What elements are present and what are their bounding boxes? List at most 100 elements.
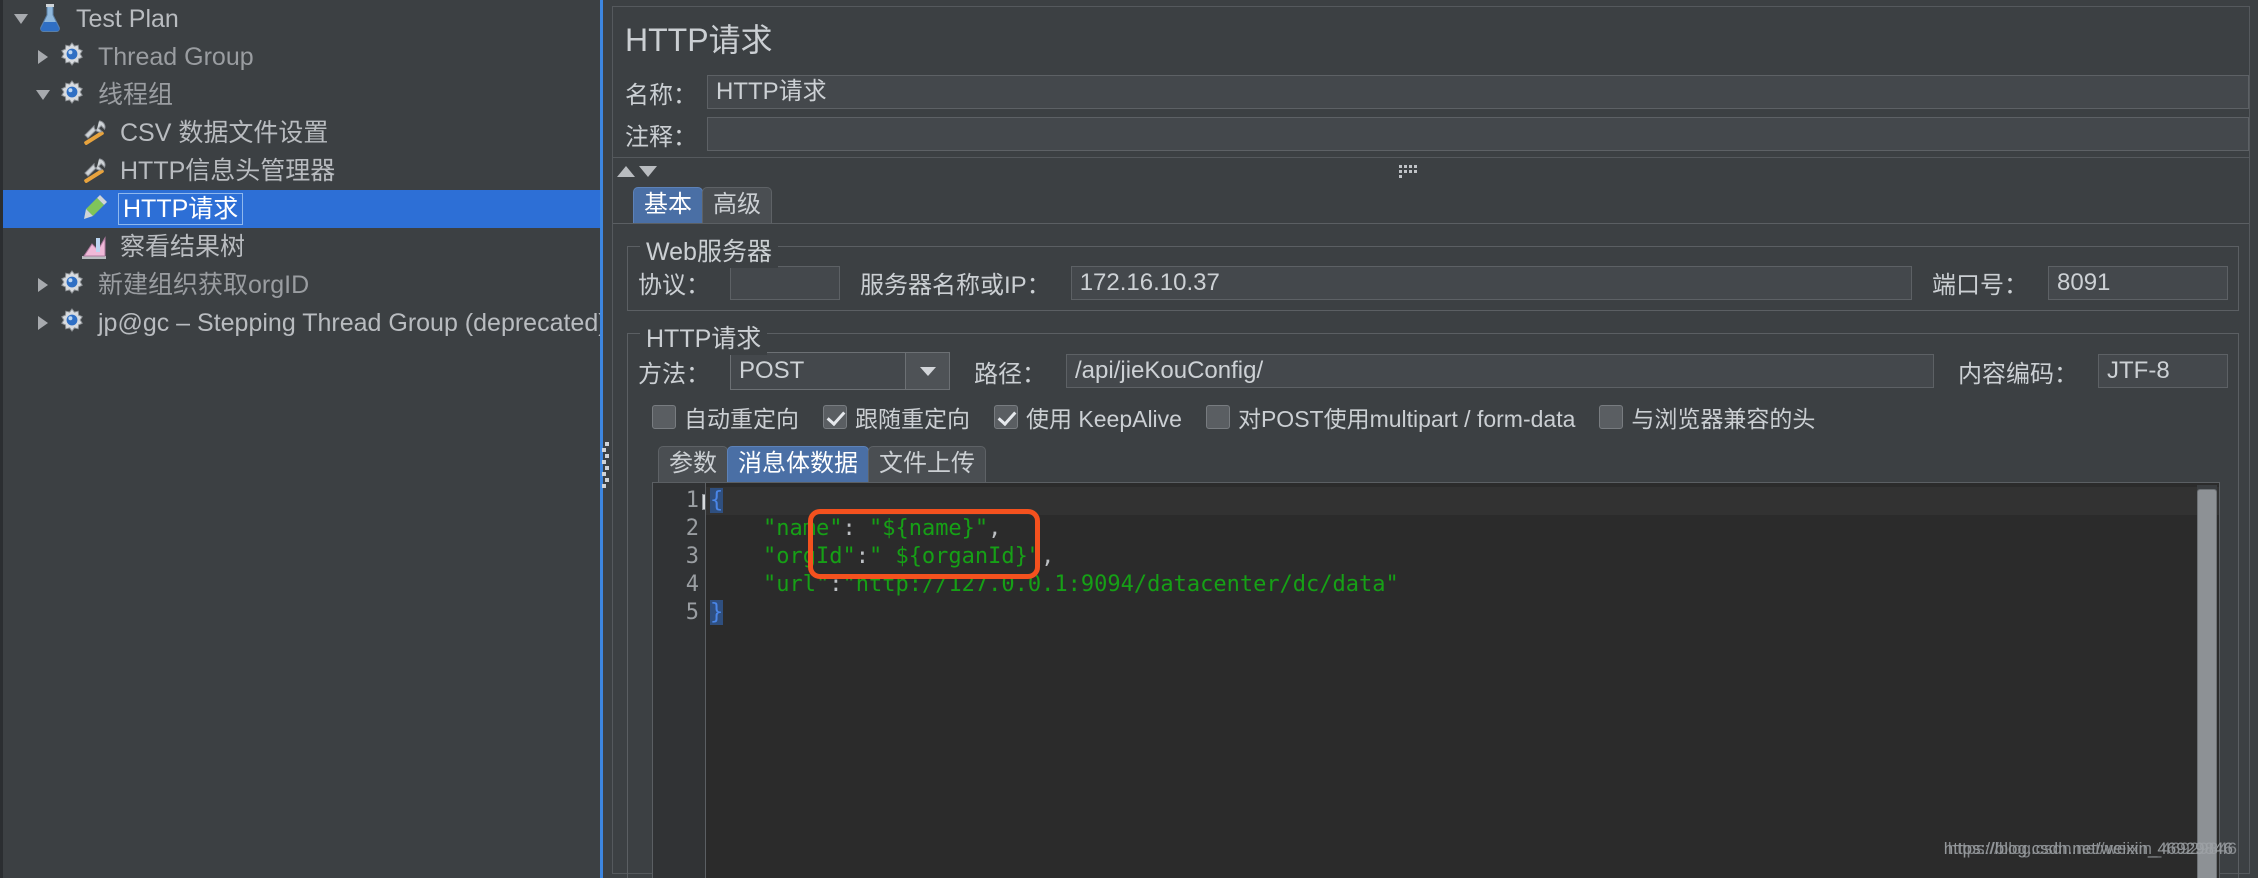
checkbox-item-2[interactable]: 使用 KeepAlive (994, 400, 1182, 434)
checkbox-checked-icon[interactable] (994, 405, 1018, 429)
pen-icon (78, 192, 112, 226)
body-data-editor[interactable]: 12345 { "name": "${name}", "orgId":" ${o… (652, 482, 2220, 878)
host-input[interactable]: 172.16.10.37 (1070, 265, 1912, 300)
tree-item-label: Thread Group (98, 43, 254, 71)
chevron-right-icon[interactable] (30, 38, 56, 76)
checkbox-item-4[interactable]: 与浏览器兼容的头 (1599, 400, 1815, 434)
checkbox-label: 与浏览器兼容的头 (1631, 406, 1816, 432)
comment-input[interactable] (707, 117, 2249, 151)
code-content[interactable]: { "name": "${name}", "orgId":" ${organId… (705, 483, 2219, 878)
main-tab-0[interactable]: 基本 (633, 187, 703, 223)
main-tab-bar[interactable]: 基本 高级 (613, 185, 2249, 223)
twisty-spacer (52, 190, 78, 228)
watermark-duplicate: https://blog.csdn.net/weixin_46929846 (1947, 839, 2237, 858)
page-title: HTTP请求 (625, 22, 773, 58)
path-input[interactable]: /api/jieKouConfig/ (1066, 354, 1934, 388)
tree-item-1[interactable]: Thread Group (0, 38, 600, 76)
http-options-checkboxes: 自动重定向 跟随重定向 使用 KeepAlive 对POST使用multipart /… (638, 390, 2228, 442)
tree-item-label: CSV 数据文件设置 (120, 119, 329, 147)
gear-icon (56, 78, 90, 112)
gear-icon (56, 40, 90, 74)
code-token: "${name}" (855, 516, 989, 541)
name-input[interactable]: HTTP请求 (707, 75, 2249, 109)
tree-item-label: Test Plan (76, 5, 179, 33)
scrollbar-thumb[interactable] (2197, 489, 2217, 878)
line-number-5: 5 (685, 600, 699, 625)
tree-item-2[interactable]: 线程组 (0, 76, 600, 114)
splitter-dots-icon (1398, 164, 1420, 178)
line-number-1: 1 (653, 487, 718, 515)
tree-item-0[interactable]: Test Plan (0, 0, 600, 38)
http-request-group: HTTP请求 方法： POST 路径： /api/jieKouConfig/ 内… (627, 319, 2239, 878)
tree-item-label: HTTP请求 (118, 193, 244, 225)
checkbox-item-1[interactable]: 跟随重定向 (823, 400, 970, 434)
port-input[interactable]: 8091 (2048, 265, 2228, 300)
code-token: , (988, 516, 1002, 541)
chevron-down-icon[interactable] (8, 0, 34, 38)
code-line-4[interactable]: "url":"http://127.0.0.1:9094/datacenter/… (706, 571, 2219, 599)
method-select[interactable]: POST (730, 352, 950, 390)
chart-icon (78, 230, 112, 264)
encoding-input[interactable]: JTF-8 (2098, 354, 2228, 388)
tree-item-4[interactable]: HTTP信息头管理器 (0, 152, 600, 190)
tree-item-label: 新建组织获取orgID (98, 271, 310, 299)
line-number-gutter: 12 3 4 5 (653, 483, 718, 878)
code-token: : (855, 544, 869, 569)
checkbox-unchecked-icon[interactable] (652, 405, 676, 429)
collapse-down-icon[interactable] (639, 166, 657, 177)
host-label: 服务器名称或IP： (860, 272, 1051, 299)
twisty-spacer (52, 228, 78, 266)
tree-item-label: HTTP信息头管理器 (120, 157, 336, 185)
chevron-right-icon[interactable] (30, 266, 56, 304)
checkbox-unchecked-icon[interactable] (1599, 405, 1624, 429)
tree-item-5[interactable]: HTTP请求 (0, 190, 600, 228)
chevron-right-icon[interactable] (30, 304, 56, 342)
checkbox-unchecked-icon[interactable] (1205, 405, 1230, 429)
code-line-3[interactable]: "orgId":" ${organId}", (706, 543, 2219, 571)
checkbox-label: 跟随重定向 (855, 406, 970, 432)
code-token: " ${organId}" (868, 544, 1042, 569)
collapse-up-icon[interactable] (617, 166, 635, 177)
code-token: "orgId" (762, 544, 856, 569)
tree-item-label: 线程组 (98, 81, 174, 109)
vertical-splitter[interactable] (600, 0, 603, 878)
checkbox-label: 自动重定向 (684, 406, 799, 432)
flask-icon (34, 2, 68, 36)
web-server-group: Web服务器 协议： 服务器名称或IP： 172.16.10.37 端口号： 8… (627, 232, 2239, 311)
code-token: "name" (762, 516, 843, 541)
checkbox-item-3[interactable]: 对POST使用multipart / form-data (1205, 400, 1575, 434)
body-tab-0[interactable]: 参数 (658, 446, 728, 482)
line-number-3: 3 (685, 544, 699, 569)
checkbox-item-0[interactable]: 自动重定向 (652, 400, 799, 434)
code-token: } (710, 600, 724, 625)
code-line-2[interactable]: "name": "${name}", (706, 515, 2219, 543)
line-number-2: 2 (685, 516, 699, 541)
code-line-1[interactable]: { (706, 487, 2219, 515)
body-tab-bar[interactable]: 参数 消息体数据 文件上传 (638, 442, 2228, 482)
chevron-down-icon[interactable] (905, 353, 949, 389)
jmeter-window: Test Plan Thread Group 线程组 CSV 数据文件设置 HTTP信息… (0, 0, 2258, 878)
panel-border: HTTP请求 名称： HTTP请求 注释： 基本 高级 Web服务器 协议： 服… (612, 6, 2250, 878)
http-request-editor-panel: HTTP请求 名称： HTTP请求 注释： 基本 高级 Web服务器 协议： 服… (600, 0, 2258, 878)
body-tab-2[interactable]: 文件上传 (868, 446, 986, 482)
method-label: 方法： (638, 360, 710, 388)
main-tab-1[interactable]: 高级 (702, 187, 772, 223)
splitter-grip-handle[interactable] (602, 440, 612, 488)
tree-item-3[interactable]: CSV 数据文件设置 (0, 114, 600, 152)
protocol-input[interactable] (730, 265, 840, 300)
test-plan-tree[interactable]: Test Plan Thread Group 线程组 CSV 数据文件设置 HTTP信息… (0, 0, 600, 878)
body-tab-1[interactable]: 消息体数据 (727, 446, 869, 482)
wrench-icon (78, 154, 112, 188)
section-splitter[interactable] (613, 157, 2249, 185)
code-line-5[interactable]: } (706, 599, 2219, 627)
tree-left-edge (0, 0, 3, 878)
web-server-row: 协议： 服务器名称或IP： 172.16.10.37 端口号： 8091 (638, 265, 2228, 300)
tree-item-6[interactable]: 察看结果树 (0, 228, 600, 266)
tree-item-label: jp@gc – Stepping Thread Group (deprecate… (98, 309, 600, 337)
tree-item-8[interactable]: jp@gc – Stepping Thread Group (deprecate… (0, 304, 600, 342)
checkbox-checked-icon[interactable] (823, 405, 847, 429)
editor-vertical-scrollbar[interactable] (2197, 485, 2217, 878)
tree-item-7[interactable]: 新建组织获取orgID (0, 266, 600, 304)
chevron-down-icon[interactable] (30, 76, 56, 114)
wrench-icon (78, 116, 112, 150)
